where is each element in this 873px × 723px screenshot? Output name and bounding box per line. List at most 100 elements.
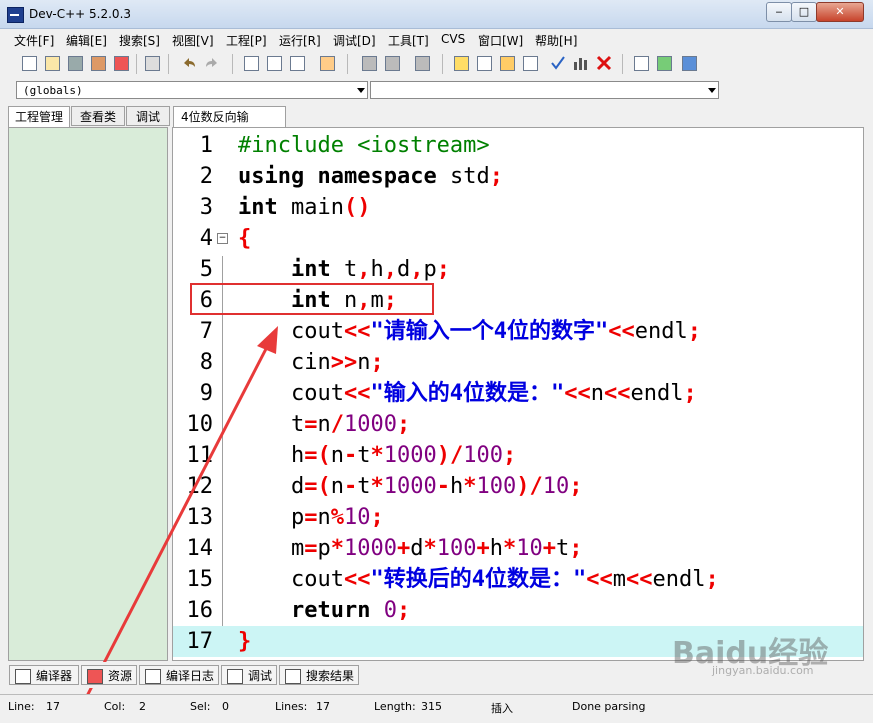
compile-icon[interactable] bbox=[452, 54, 470, 72]
code-line: 11 h=(n-t*1000)/100; bbox=[173, 440, 863, 471]
maximize-button[interactable]: □ bbox=[791, 2, 817, 22]
tab-search-results-label: 搜索结果 bbox=[306, 669, 355, 683]
menu-bar: 文件[F] 编辑[E] 搜索[S] 视图[V] 工程[P] 运行[R] 调试[D… bbox=[0, 29, 873, 50]
code-text-content: #include <iostream> bbox=[238, 133, 490, 158]
status-line-value: 17 bbox=[46, 700, 60, 713]
code-line: 4 − { bbox=[173, 223, 863, 254]
status-insert-mode: 插入 bbox=[491, 702, 513, 715]
editor-tab-file[interactable]: 4位数反向输出.cpp bbox=[173, 106, 286, 145]
code-line: 5 int t,h,d,p; bbox=[173, 254, 863, 285]
menu-edit[interactable]: 编辑[E] bbox=[66, 32, 107, 49]
toolbar-separator bbox=[622, 54, 623, 74]
redo-icon[interactable] bbox=[203, 54, 221, 72]
menu-debug[interactable]: 调试[D] bbox=[333, 32, 376, 49]
goto-line-icon[interactable] bbox=[318, 54, 336, 72]
tab-compiler[interactable]: 编译器 bbox=[9, 665, 79, 685]
status-message: Done parsing bbox=[572, 700, 646, 713]
tab-debug-output[interactable]: 调试 bbox=[221, 665, 277, 685]
rebuild-all-icon[interactable] bbox=[521, 54, 539, 72]
chevron-down-icon bbox=[708, 88, 716, 93]
tab-resources[interactable]: 资源 bbox=[81, 665, 137, 685]
close-file-icon[interactable] bbox=[112, 54, 130, 72]
print-icon[interactable] bbox=[143, 54, 161, 72]
close-button[interactable]: ✕ bbox=[816, 2, 864, 22]
menu-project[interactable]: 工程[P] bbox=[226, 32, 267, 49]
title-bar: Dev-C++ 5.2.0.3 ‒ □ ✕ bbox=[0, 0, 873, 29]
line-number: 16 bbox=[186, 598, 214, 623]
scope-combo-value: (globals) bbox=[23, 84, 83, 97]
class-browser-bar: (globals) bbox=[0, 78, 873, 104]
stop-execution-icon[interactable] bbox=[595, 54, 613, 72]
run-icon[interactable] bbox=[475, 54, 493, 72]
menu-view[interactable]: 视图[V] bbox=[172, 32, 214, 49]
tab-compiler-label: 编译器 bbox=[36, 669, 73, 683]
toolbar-separator bbox=[168, 54, 169, 74]
tab-class-view[interactable]: 查看类 bbox=[71, 106, 125, 126]
code-text: cout<<"输入的4位数是："<<n<<endl; bbox=[238, 381, 697, 406]
find-icon[interactable] bbox=[242, 54, 260, 72]
menu-run[interactable]: 运行[R] bbox=[279, 32, 321, 49]
status-sel-value: 0 bbox=[222, 700, 229, 713]
project-options-icon[interactable] bbox=[413, 54, 431, 72]
tab-search-results[interactable]: 搜索结果 bbox=[279, 665, 359, 685]
bookmark-icon[interactable] bbox=[680, 54, 698, 72]
undo-icon[interactable] bbox=[180, 54, 198, 72]
code-text: m=p*1000+d*100+h*10+t; bbox=[238, 536, 583, 561]
remove-from-project-icon[interactable] bbox=[383, 54, 401, 72]
menu-window[interactable]: 窗口[W] bbox=[478, 32, 523, 49]
scope-combo[interactable]: (globals) bbox=[16, 81, 368, 99]
highlight-box bbox=[190, 283, 434, 315]
code-text: cin>>n; bbox=[238, 350, 384, 375]
tab-resources-label: 资源 bbox=[108, 669, 133, 683]
code-text: } bbox=[238, 629, 252, 654]
new-file-icon[interactable] bbox=[20, 54, 38, 72]
find-next-icon[interactable] bbox=[288, 54, 306, 72]
code-line: 13 p=n%10; bbox=[173, 502, 863, 533]
menu-search[interactable]: 搜索[S] bbox=[119, 32, 160, 49]
menu-tools[interactable]: 工具[T] bbox=[388, 32, 429, 49]
fold-toggle-icon[interactable]: − bbox=[217, 233, 228, 244]
debug-check-icon bbox=[227, 669, 243, 684]
code-line: 3 int main() bbox=[173, 192, 863, 223]
profile-chart-icon[interactable] bbox=[572, 54, 590, 72]
code-line: 8 cin>>n; bbox=[173, 347, 863, 378]
code-text: cout<<"转换后的4位数是："<<m<<endl; bbox=[238, 567, 719, 592]
compiler-icon bbox=[15, 669, 31, 684]
tab-compile-log[interactable]: 编译日志 bbox=[139, 665, 219, 685]
toolbar-separator bbox=[232, 54, 233, 74]
add-watch-icon[interactable] bbox=[655, 54, 673, 72]
menu-cvs[interactable]: CVS bbox=[441, 32, 465, 46]
line-number: 17 bbox=[186, 629, 214, 654]
check-syntax-icon[interactable] bbox=[549, 54, 567, 72]
status-col-value: 2 bbox=[139, 700, 146, 713]
devcpp-app-icon bbox=[7, 7, 24, 23]
minimize-button[interactable]: ‒ bbox=[766, 2, 792, 22]
line-number: 12 bbox=[186, 474, 214, 499]
save-all-icon[interactable] bbox=[89, 54, 107, 72]
code-line: 16 return 0; bbox=[173, 595, 863, 626]
line-number: 9 bbox=[199, 381, 213, 406]
tab-debug[interactable]: 调试 bbox=[126, 106, 170, 126]
line-number: 5 bbox=[199, 257, 213, 282]
code-editor[interactable]: 1 #include <iostream> 2 using namespace … bbox=[172, 127, 864, 661]
symbol-combo[interactable] bbox=[370, 81, 719, 99]
menu-file[interactable]: 文件[F] bbox=[14, 32, 54, 49]
open-file-icon[interactable] bbox=[43, 54, 61, 72]
code-text: p=n%10; bbox=[238, 505, 384, 530]
tab-compile-log-label: 编译日志 bbox=[166, 669, 215, 683]
code-text: h=(n-t*1000)/100; bbox=[238, 443, 517, 468]
add-to-project-icon[interactable] bbox=[360, 54, 378, 72]
baidu-jingyan-watermark: Baidu经验 jingyan.baidu.com bbox=[672, 628, 862, 688]
line-number: 4 bbox=[199, 226, 213, 251]
compile-run-icon[interactable] bbox=[498, 54, 516, 72]
save-icon[interactable] bbox=[66, 54, 84, 72]
code-line: 7 cout<<"请输入一个4位的数字"<<endl; bbox=[173, 316, 863, 347]
debug-icon[interactable] bbox=[632, 54, 650, 72]
code-line: 9 cout<<"输入的4位数是："<<n<<endl; bbox=[173, 378, 863, 409]
search-results-icon bbox=[285, 669, 301, 684]
menu-help[interactable]: 帮助[H] bbox=[535, 32, 577, 49]
tab-project-manager[interactable]: 工程管理 bbox=[8, 106, 70, 128]
code-line: 12 d=(n-t*1000-h*100)/10; bbox=[173, 471, 863, 502]
replace-icon[interactable] bbox=[265, 54, 283, 72]
code-line: 10 t=n/1000; bbox=[173, 409, 863, 440]
